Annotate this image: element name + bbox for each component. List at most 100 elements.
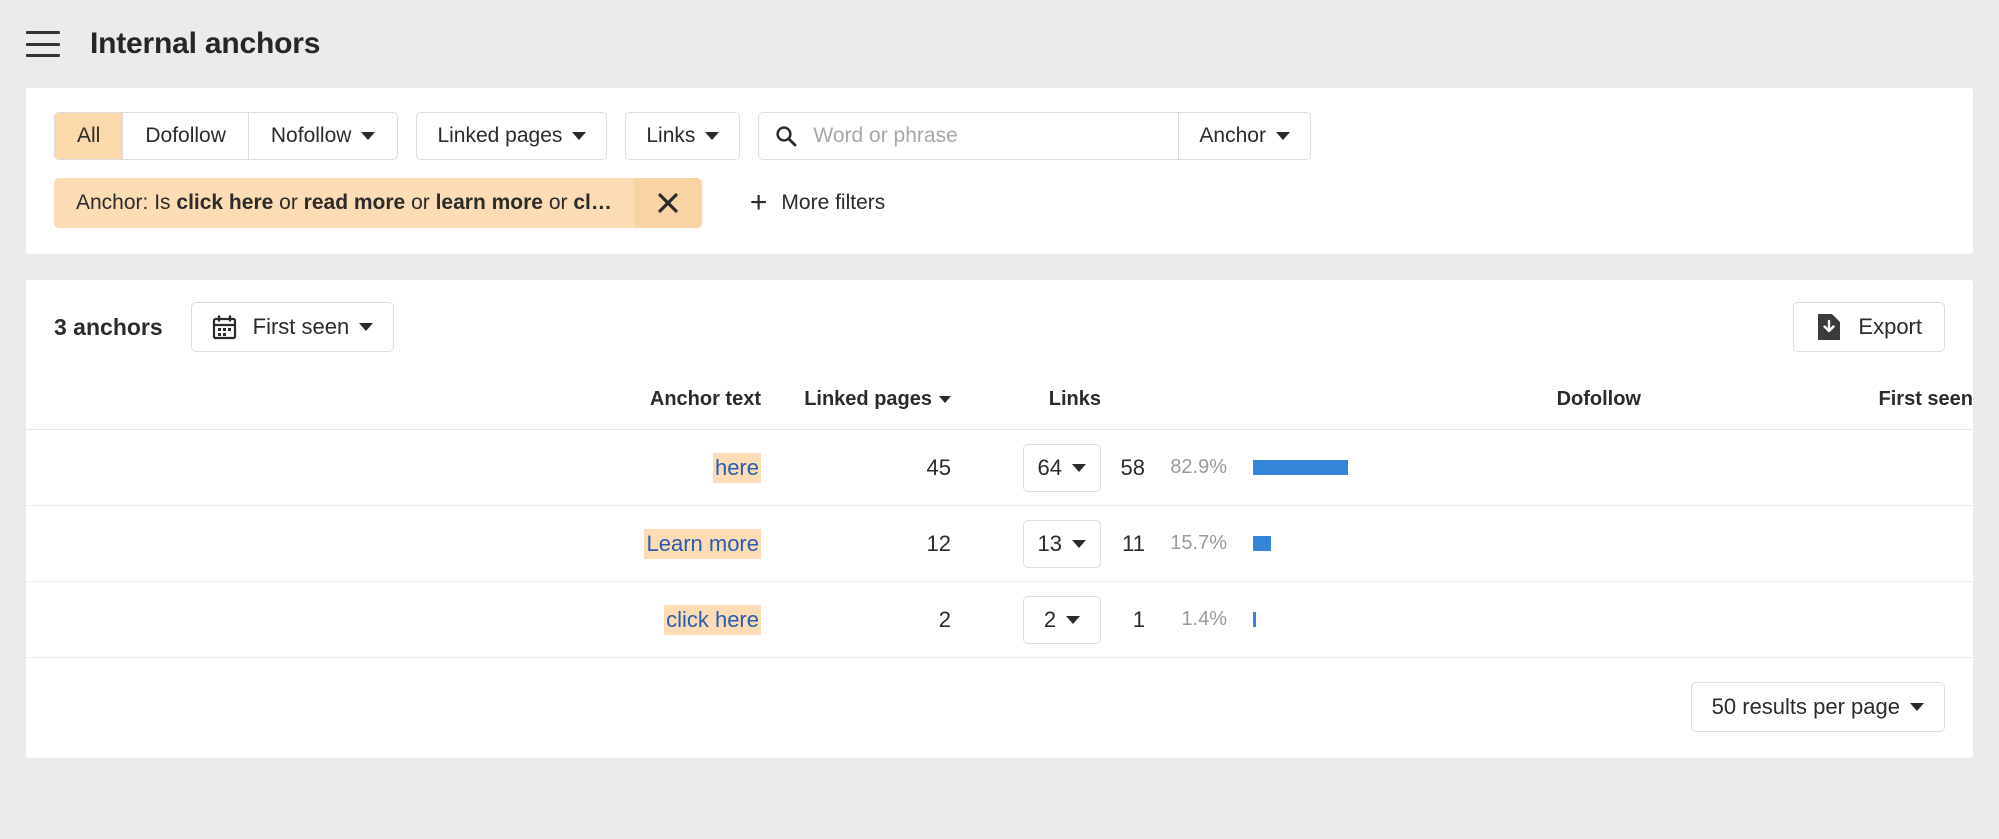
- column-header-anchor-text[interactable]: Anchor text: [26, 374, 761, 430]
- cell-anchor-text: click here: [26, 581, 761, 658]
- filter-tab-dofollow[interactable]: Dofollow: [123, 113, 249, 159]
- table-footer: 50 results per page: [26, 658, 1973, 758]
- chevron-down-icon: [1275, 132, 1290, 140]
- chip-prefix: Anchor: Is: [76, 191, 171, 214]
- close-icon[interactable]: [633, 178, 702, 228]
- dofollow-percent: 15.7%: [1170, 532, 1227, 554]
- filter-tab-dofollow-label: Dofollow: [145, 124, 226, 147]
- plus-icon: +: [749, 186, 768, 219]
- dofollow-bar: [1253, 460, 1348, 475]
- chevron-down-icon: [705, 132, 720, 140]
- anchor-text-link[interactable]: Learn more: [644, 528, 761, 559]
- dofollow-count: 11: [1122, 530, 1145, 556]
- table-body: here 45 64 58 82.9% Learn more 12 13 11 …: [26, 429, 1973, 658]
- dofollow-count: 58: [1120, 454, 1145, 480]
- links-filter-label: Links: [646, 124, 696, 147]
- cell-anchor-text: here: [26, 429, 761, 506]
- linked-pages-filter-label: Linked pages: [437, 124, 563, 147]
- cell-dofollow: 1 1.4%: [1101, 581, 1641, 658]
- more-filters-label: More filters: [781, 191, 886, 214]
- dofollow-bar-track: [1253, 536, 1493, 552]
- filter-tab-nofollow[interactable]: Nofollow: [248, 113, 398, 159]
- cell-dofollow: 58 82.9%: [1101, 429, 1641, 506]
- links-dropdown-value: 2: [1043, 606, 1057, 632]
- column-header-linked-pages-label: Linked pages: [804, 388, 932, 410]
- chevron-down-icon: [1910, 703, 1924, 711]
- more-filters-button[interactable]: + More filters: [750, 188, 885, 218]
- cell-first-seen: [1641, 505, 1973, 582]
- results-per-page-dropdown[interactable]: 50 results per page: [1690, 682, 1945, 732]
- filter-tab-nofollow-label: Nofollow: [270, 124, 352, 147]
- export-button[interactable]: Export: [1793, 302, 1945, 352]
- hamburger-icon[interactable]: [26, 31, 60, 57]
- dofollow-bar-track: [1253, 460, 1493, 476]
- first-seen-sort-label: First seen: [252, 314, 350, 339]
- chevron-down-icon: [572, 132, 587, 140]
- active-filter-chip[interactable]: Anchor: Is click here or read more or le…: [54, 178, 702, 228]
- top-bar: Internal anchors: [0, 0, 1999, 88]
- cell-anchor-text: Learn more: [26, 505, 761, 582]
- filter-tab-all-label: All: [77, 124, 101, 147]
- chevron-down-icon: [361, 132, 376, 140]
- chip-sep-2: or: [411, 191, 430, 214]
- filter-tab-all[interactable]: All: [55, 113, 124, 159]
- chip-sep-3: or: [548, 191, 568, 214]
- links-dropdown[interactable]: 2: [1023, 595, 1101, 644]
- anchor-text-link[interactable]: here: [712, 452, 761, 483]
- export-label: Export: [1858, 314, 1922, 339]
- dofollow-group: 11 15.7%: [1101, 531, 1641, 557]
- filter-row-active: Anchor: Is click here or read more or le…: [54, 178, 1945, 228]
- column-header-linked-pages[interactable]: Linked pages: [761, 374, 951, 430]
- dofollow-group: 58 82.9%: [1101, 455, 1641, 481]
- sort-descending-icon: [939, 396, 951, 404]
- filters-card: All Dofollow Nofollow Linked pages Links: [26, 88, 1973, 254]
- dofollow-count: 1: [1132, 606, 1145, 632]
- anchors-table: Anchor text Linked pages Links Dofollow …: [26, 374, 1973, 658]
- search-icon: [775, 125, 797, 147]
- cell-links: 13: [951, 505, 1101, 582]
- column-header-links[interactable]: Links: [951, 374, 1101, 430]
- cell-linked-pages: 12: [761, 505, 951, 582]
- anchor-scope-dropdown[interactable]: Anchor: [1179, 113, 1310, 159]
- table-header-row: Anchor text Linked pages Links Dofollow …: [26, 374, 1973, 430]
- cell-first-seen: [1641, 429, 1973, 506]
- app-page: Internal anchors All Dofollow Nofollow L…: [0, 0, 1999, 839]
- column-header-dofollow[interactable]: Dofollow: [1101, 374, 1641, 430]
- links-dropdown-value: 13: [1037, 530, 1062, 556]
- links-dropdown[interactable]: 13: [1022, 519, 1101, 568]
- links-dropdown-value: 64: [1037, 454, 1062, 480]
- results-per-page-label: 50 results per page: [1711, 694, 1900, 719]
- cell-dofollow: 11 15.7%: [1101, 505, 1641, 582]
- first-seen-sort-button[interactable]: First seen: [190, 302, 395, 352]
- chip-term-3: learn more: [435, 191, 543, 214]
- cell-first-seen: [1641, 581, 1973, 658]
- search-box: [759, 113, 1180, 159]
- column-header-first-seen[interactable]: First seen: [1641, 374, 1973, 430]
- filter-row-primary: All Dofollow Nofollow Linked pages Links: [54, 112, 1945, 160]
- links-dropdown[interactable]: 64: [1022, 443, 1101, 492]
- search-group: Anchor: [758, 112, 1311, 160]
- cell-linked-pages: 2: [761, 581, 951, 658]
- dofollow-bar: [1253, 536, 1271, 551]
- chip-sep-1: or: [279, 191, 298, 214]
- results-toolbar: 3 anchors First seen Export: [26, 280, 1973, 374]
- anchor-scope-label: Anchor: [1199, 124, 1266, 147]
- linked-pages-filter-button[interactable]: Linked pages: [416, 112, 608, 160]
- cell-linked-pages: 45: [761, 429, 951, 506]
- links-filter-button[interactable]: Links: [625, 112, 741, 160]
- chip-term-2: read more: [303, 191, 406, 214]
- chevron-down-icon: [1072, 539, 1086, 548]
- table-row: click here 2 2 1 1.4%: [26, 581, 1973, 658]
- anchor-text-link[interactable]: click here: [664, 604, 761, 635]
- anchor-count: 3 anchors: [54, 313, 163, 340]
- chevron-down-icon: [1072, 463, 1086, 472]
- results-card: 3 anchors First seen Export Anchor text …: [26, 280, 1973, 758]
- follow-type-segmented-control: All Dofollow Nofollow: [54, 112, 399, 160]
- dofollow-group: 1 1.4%: [1101, 607, 1641, 633]
- dofollow-percent: 82.9%: [1170, 456, 1227, 478]
- chevron-down-icon: [1066, 615, 1081, 624]
- table-row: Learn more 12 13 11 15.7%: [26, 505, 1973, 582]
- dofollow-percent: 1.4%: [1181, 608, 1227, 630]
- chip-term-1: click here: [176, 191, 274, 214]
- search-input[interactable]: [811, 123, 1163, 149]
